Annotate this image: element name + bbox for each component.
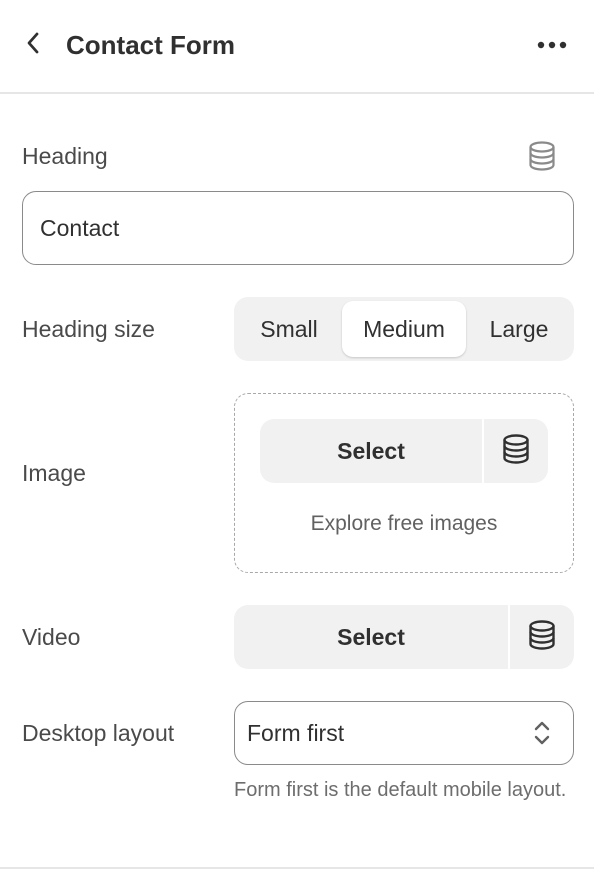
desktop-layout-help-text: Form first is the default mobile layout. [234, 779, 567, 801]
panel-header: Contact Form [0, 0, 594, 94]
chevron-left-icon [26, 32, 40, 59]
page-title: Contact Form [66, 30, 235, 60]
desktop-layout-value: Form first [247, 719, 345, 746]
database-icon[interactable] [524, 138, 560, 174]
heading-input[interactable]: Contact [22, 191, 574, 265]
more-actions-button[interactable] [532, 26, 572, 64]
heading-size-large[interactable]: Large [470, 301, 568, 357]
select-chevron-icon [533, 719, 551, 747]
heading-size-medium[interactable]: Medium [342, 301, 466, 357]
image-dynamic-source-button[interactable] [484, 419, 548, 483]
video-dynamic-source-button[interactable] [510, 605, 574, 669]
image-picker: Select Explore free images [234, 393, 574, 573]
heading-input-value: Contact [40, 214, 120, 241]
image-select-group: Select [260, 419, 548, 483]
heading-label: Heading [22, 143, 108, 169]
video-label: Video [22, 624, 81, 650]
heading-size-segmented-control: Small Medium Large [234, 297, 574, 361]
video-select-group: Select [234, 605, 574, 669]
back-button[interactable] [14, 26, 52, 64]
divider [0, 867, 594, 869]
desktop-layout-select[interactable]: Form first [234, 701, 574, 765]
video-select-button[interactable]: Select [234, 605, 510, 669]
database-icon [528, 619, 556, 655]
desktop-layout-label: Desktop layout [22, 720, 175, 746]
image-label: Image [22, 460, 86, 486]
explore-free-images-link[interactable]: Explore free images [235, 512, 573, 536]
heading-size-label: Heading size [22, 316, 155, 342]
database-icon [502, 433, 530, 469]
image-select-button[interactable]: Select [260, 419, 484, 483]
ellipsis-icon [537, 36, 567, 54]
heading-size-small[interactable]: Small [240, 301, 338, 357]
